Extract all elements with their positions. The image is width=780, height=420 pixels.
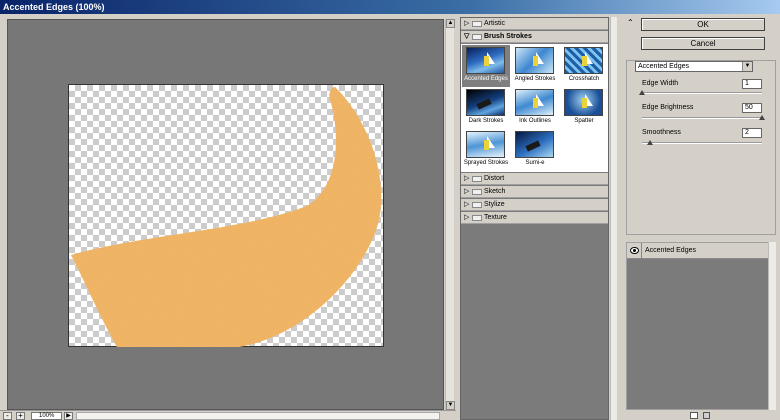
filter-crosshatch[interactable]: Crosshatch <box>560 45 608 87</box>
effect-layer-row[interactable]: Accented Edges <box>627 243 775 259</box>
preview-horizontal-scrollbar[interactable] <box>76 412 440 420</box>
edge-width-label: Edge Width <box>642 80 679 87</box>
edge-brightness-input[interactable]: 50 <box>742 103 762 113</box>
smoothness-slider[interactable] <box>642 142 762 144</box>
folder-icon <box>472 215 482 221</box>
filter-sumi-e[interactable]: Sumi-e <box>511 129 559 171</box>
preview-vertical-scrollbar[interactable]: ▲ ▼ <box>445 19 455 410</box>
zoom-level-field[interactable]: 100% <box>31 412 62 420</box>
filter-spatter[interactable]: Spatter <box>560 87 608 129</box>
category-brush-strokes[interactable]: ▽ Brush Strokes <box>461 31 608 43</box>
smoothness-label: Smoothness <box>642 129 681 136</box>
filter-settings-panel: Accented Edges ▼ Edge Width 1 Edge Brigh… <box>626 60 776 235</box>
folder-icon <box>472 176 482 182</box>
filter-thumbnails: Accented Edges Angled Strokes Crosshatch… <box>461 44 608 172</box>
edge-width-input[interactable]: 1 <box>742 79 762 89</box>
category-label: Stylize <box>484 201 505 208</box>
chevron-right-icon: ▷ <box>464 188 470 195</box>
zoom-out-button[interactable]: - <box>3 412 12 420</box>
filter-preview-image <box>515 89 554 116</box>
zoom-menu-chevron-icon[interactable]: ▶ <box>64 412 73 420</box>
filter-accented-edges[interactable]: Accented Edges <box>462 45 510 87</box>
chevron-right-icon: ▷ <box>464 175 470 182</box>
edge-width-slider-thumb[interactable] <box>639 90 645 95</box>
filter-preview-image <box>466 131 505 158</box>
preview-canvas[interactable] <box>68 84 384 347</box>
filter-preview-image <box>466 47 505 74</box>
chevron-right-icon: ▷ <box>464 201 470 208</box>
category-label: Texture <box>484 214 507 221</box>
category-distort[interactable]: ▷ Distort <box>461 173 608 185</box>
eye-icon[interactable] <box>630 247 639 254</box>
category-stylize[interactable]: ▷ Stylize <box>461 199 608 211</box>
smoothness-slider-thumb[interactable] <box>647 140 654 145</box>
folder-icon <box>472 21 482 27</box>
filter-ink-outlines[interactable]: Ink Outlines <box>511 87 559 129</box>
layers-scrollbar[interactable] <box>768 242 776 410</box>
filter-select[interactable]: Accented Edges ▼ <box>635 61 753 72</box>
category-sketch[interactable]: ▷ Sketch <box>461 186 608 198</box>
folder-icon <box>472 189 482 195</box>
chevron-down-icon[interactable]: ▼ <box>742 62 752 71</box>
effect-layers-panel: Accented Edges <box>626 242 776 410</box>
preview-area <box>7 19 444 410</box>
category-label: Distort <box>484 175 505 182</box>
filter-select-value: Accented Edges <box>638 63 689 70</box>
zoom-in-button[interactable]: + <box>16 412 25 420</box>
preview-statusbar: - + 100% ▶ <box>0 410 456 420</box>
filter-preview-image <box>564 47 603 74</box>
effect-layer-label: Accented Edges <box>645 247 696 254</box>
edge-brightness-slider[interactable] <box>642 117 762 119</box>
scroll-down-icon[interactable]: ▼ <box>446 401 455 410</box>
chevron-down-icon: ▽ <box>464 33 470 40</box>
category-texture[interactable]: ▷ Texture <box>461 212 608 224</box>
scroll-up-icon[interactable]: ▲ <box>446 19 455 28</box>
filter-dark-strokes[interactable]: Dark Strokes <box>462 87 510 129</box>
window-title: Accented Edges (100%) <box>0 0 780 14</box>
category-artistic[interactable]: ▷ Artistic <box>461 18 608 30</box>
filter-angled-strokes[interactable]: Angled Strokes <box>511 45 559 87</box>
category-label: Sketch <box>484 188 506 195</box>
chevron-right-icon: ▷ <box>464 20 470 27</box>
folder-open-icon <box>472 34 482 40</box>
edge-brightness-label: Edge Brightness <box>642 104 694 111</box>
edge-width-slider[interactable] <box>642 92 762 94</box>
ok-button[interactable]: OK <box>641 18 765 31</box>
gallery-scrollbar[interactable] <box>610 17 617 420</box>
chevron-right-icon: ▷ <box>464 214 470 221</box>
trash-icon[interactable] <box>703 412 710 419</box>
filter-preview-image <box>515 131 554 158</box>
folder-icon <box>472 202 482 208</box>
category-label: Artistic <box>484 20 505 27</box>
collapse-gallery-icon[interactable]: ⌃ <box>627 18 634 27</box>
cancel-button[interactable]: Cancel <box>641 37 765 50</box>
banana-fill <box>71 87 382 347</box>
category-label: Brush Strokes <box>484 33 532 40</box>
edge-brightness-slider-thumb[interactable] <box>759 115 765 120</box>
banana-shape <box>71 87 382 347</box>
smoothness-input[interactable]: 2 <box>742 128 762 138</box>
new-effect-layer-icon[interactable] <box>690 412 698 419</box>
filter-gallery: ▷ Artistic ▽ Brush Strokes Accented Edge… <box>460 17 609 420</box>
filter-preview-image <box>466 89 505 116</box>
filter-preview-image <box>564 89 603 116</box>
filter-preview-image <box>515 47 554 74</box>
filter-sprayed-strokes[interactable]: Sprayed Strokes <box>462 129 510 171</box>
